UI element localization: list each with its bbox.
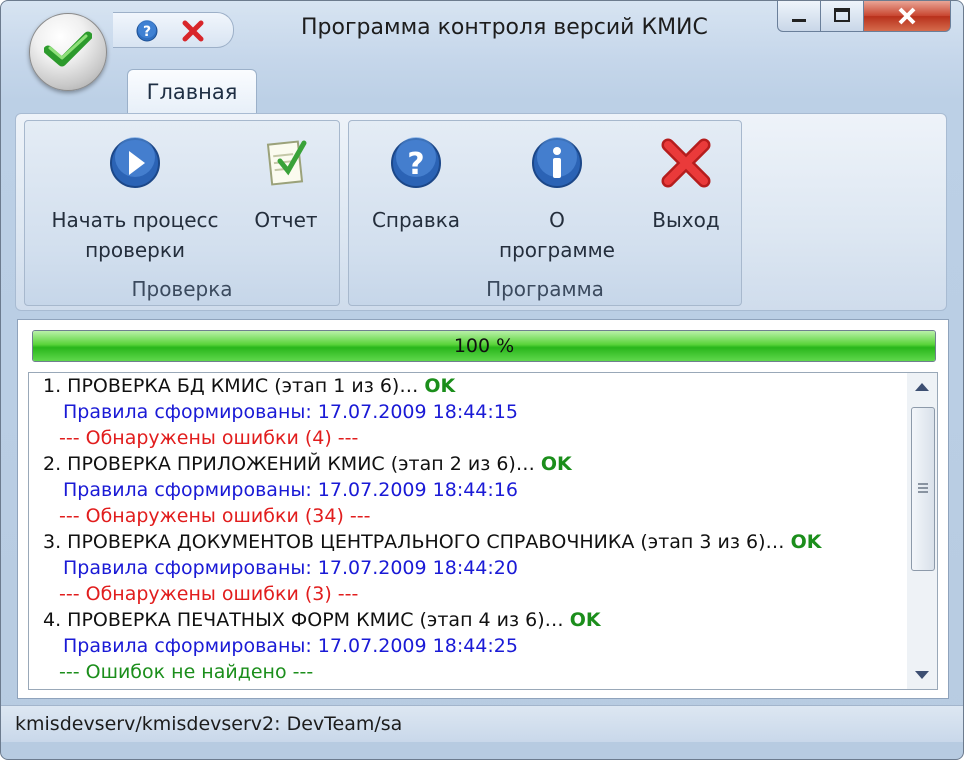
minimize-button[interactable]: [777, 1, 821, 32]
report-icon: [258, 135, 314, 191]
log-lines: 1. ПРОВЕРКА БД КМИС (этап 1 из 6)… OK Пра…: [29, 373, 899, 685]
log-line: --- Обнаружены ошибки (4) ---: [29, 425, 899, 451]
help-label: Справка: [371, 208, 461, 232]
quick-access-toolbar: ?: [113, 12, 234, 48]
about-button[interactable]: О программе: [489, 135, 625, 265]
maximize-button[interactable]: [821, 1, 864, 32]
log-line: Правила сформированы: 17.07.2009 18:44:2…: [29, 555, 899, 581]
arrow-down-icon: [915, 671, 929, 679]
help-icon: ?: [388, 135, 444, 191]
log-line: Правила сформированы: 17.07.2009 18:44:1…: [29, 477, 899, 503]
log-line: --- Обнаружены ошибки (3) ---: [29, 581, 899, 607]
ribbon-group-label: Программа: [486, 277, 604, 301]
log-scrollbar[interactable]: [907, 373, 937, 689]
log-line: 4. ПРОВЕРКА ПЕЧАТНЫХ ФОРМ КМИС (этап 4 и…: [29, 607, 899, 633]
report-label: Отчет: [254, 208, 318, 232]
window-close-button[interactable]: [864, 1, 951, 32]
log-line: 2. ПРОВЕРКА ПРИЛОЖЕНИЙ КМИС (этап 2 из 6…: [29, 451, 899, 477]
about-label: О программе: [499, 208, 615, 262]
log-line: 1. ПРОВЕРКА БД КМИС (этап 1 из 6)… OK: [29, 373, 899, 399]
log-line: Правила сформированы: 17.07.2009 18:44:2…: [29, 633, 899, 659]
log-line-text: Правила сформированы: 17.07.2009 18:44:1…: [63, 479, 518, 501]
log-line: Правила сформированы: 17.07.2009 18:44:1…: [29, 399, 899, 425]
log-line: 3. ПРОВЕРКА ДОКУМЕНТОВ ЦЕНТРАЛЬНОГО СПРА…: [29, 529, 899, 555]
exit-icon: [658, 135, 714, 191]
status-ok: OK: [790, 531, 822, 553]
checkmark-icon: [44, 31, 92, 67]
log-line-text: Правила сформированы: 17.07.2009 18:44:2…: [63, 635, 518, 657]
svg-text:?: ?: [407, 147, 424, 182]
minimize-icon: [792, 19, 806, 22]
info-icon: [529, 135, 585, 191]
scroll-down-button[interactable]: [907, 661, 937, 689]
log-line-text: Правила сформированы: 17.07.2009 18:44:2…: [63, 557, 518, 579]
title-bar: ? Программа контроля версий КМИС: [1, 1, 963, 63]
window-controls: [777, 1, 951, 33]
ribbon-group-check: Начать процесс проверки Отчет Проверка: [24, 120, 340, 306]
help-icon[interactable]: ?: [135, 19, 159, 43]
close-icon[interactable]: [181, 19, 205, 43]
status-ok: OK: [540, 453, 572, 475]
log-list[interactable]: 1. ПРОВЕРКА БД КМИС (этап 1 из 6)… OK Пра…: [28, 372, 938, 690]
log-line-text: --- Ошибок не найдено ---: [59, 661, 314, 683]
application-menu-button[interactable]: [29, 13, 107, 91]
main-content: 100 % 1. ПРОВЕРКА БД КМИС (этап 1 из 6)……: [17, 319, 949, 699]
progress-bar: 100 %: [32, 330, 936, 362]
tab-main[interactable]: Главная: [127, 69, 257, 114]
ribbon-group-label: Проверка: [131, 277, 233, 301]
log-line: --- Ошибок не найдено ---: [29, 659, 899, 685]
maximize-icon: [834, 8, 850, 22]
progress-text: 100 %: [453, 335, 515, 357]
grip-icon: [918, 483, 928, 493]
status-text: kmisdevserv/kmisdevserv2: DevTeam/sa: [15, 713, 403, 735]
app-window: ? Программа контроля версий КМИС Главная: [0, 0, 964, 760]
log-line-text: --- Обнаружены ошибки (34) ---: [59, 505, 371, 527]
window-title: Программа контроля версий КМИС: [301, 15, 708, 40]
start-check-label: Начать процесс проверки: [51, 208, 219, 262]
status-ok: OK: [569, 609, 601, 631]
log-line: --- Обнаружены ошибки (34) ---: [29, 503, 899, 529]
close-icon: [898, 7, 916, 25]
log-line-text: --- Обнаружены ошибки (4) ---: [59, 427, 359, 449]
scroll-thumb[interactable]: [911, 407, 935, 571]
help-button[interactable]: ? Справка: [361, 135, 471, 235]
arrow-up-icon: [915, 383, 929, 391]
svg-text:?: ?: [143, 24, 151, 40]
report-button[interactable]: Отчет: [247, 135, 325, 235]
log-line-text: 2. ПРОВЕРКА ПРИЛОЖЕНИЙ КМИС (этап 2 из 6…: [43, 453, 535, 475]
ribbon-group-program: ? Справка О программе Выход Программа: [348, 120, 742, 306]
log-line-text: --- Обнаружены ошибки (3) ---: [59, 583, 359, 605]
log-line-text: 4. ПРОВЕРКА ПЕЧАТНЫХ ФОРМ КМИС (этап 4 и…: [43, 609, 564, 631]
play-icon: [107, 135, 163, 191]
status-ok: OK: [424, 375, 456, 397]
scroll-up-button[interactable]: [907, 373, 937, 401]
log-line-text: 3. ПРОВЕРКА ДОКУМЕНТОВ ЦЕНТРАЛЬНОГО СПРА…: [43, 531, 785, 553]
ribbon: Начать процесс проверки Отчет Проверка ?…: [15, 113, 947, 311]
exit-button[interactable]: Выход: [641, 135, 731, 235]
exit-label: Выход: [652, 208, 720, 232]
log-line-text: Правила сформированы: 17.07.2009 18:44:1…: [63, 401, 518, 423]
log-line-text: 1. ПРОВЕРКА БД КМИС (этап 1 из 6)…: [43, 375, 419, 397]
start-check-button[interactable]: Начать процесс проверки: [41, 135, 229, 265]
status-bar: kmisdevserv/kmisdevserv2: DevTeam/sa: [1, 705, 963, 742]
